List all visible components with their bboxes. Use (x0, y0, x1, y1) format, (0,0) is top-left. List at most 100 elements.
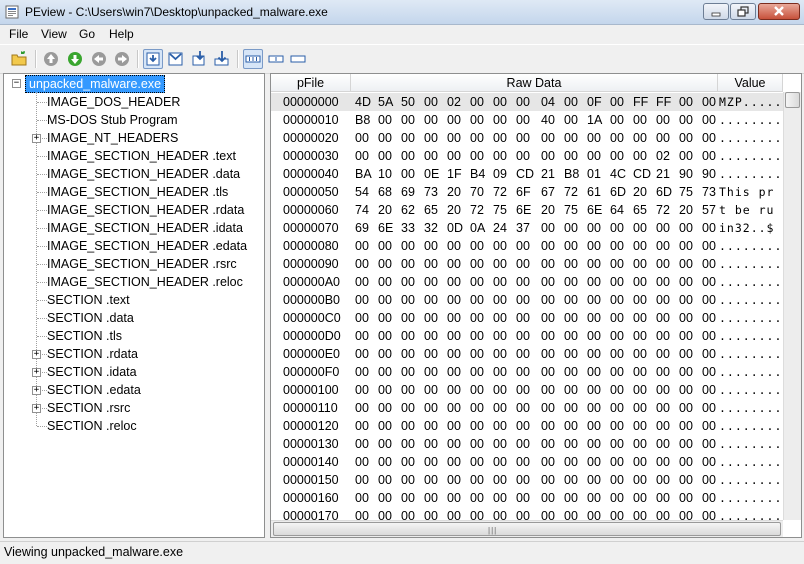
hex-byte[interactable]: 00 (610, 273, 630, 291)
hex-byte[interactable]: 00 (656, 363, 676, 381)
hex-byte[interactable]: 00 (424, 453, 444, 471)
hex-byte[interactable]: 0F (587, 93, 607, 111)
hex-byte[interactable]: 00 (355, 489, 375, 507)
hex-byte[interactable]: 75 (679, 183, 699, 201)
hex-byte[interactable]: 00 (493, 399, 513, 417)
hex-byte[interactable]: 00 (355, 237, 375, 255)
hex-byte[interactable]: 00 (587, 363, 607, 381)
hex-byte[interactable]: 00 (401, 453, 421, 471)
view-mark-button[interactable] (166, 49, 186, 69)
tree-item[interactable]: IMAGE_SECTION_HEADER .rdata (47, 201, 244, 219)
hex-byte[interactable]: BA (355, 165, 375, 183)
hex-byte[interactable]: 00 (355, 255, 375, 273)
hex-byte[interactable]: 10 (378, 165, 398, 183)
menu-file[interactable]: File (9, 27, 28, 41)
hex-byte[interactable]: 00 (447, 309, 467, 327)
hex-byte[interactable]: 5A (378, 93, 398, 111)
hex-byte[interactable]: 00 (610, 327, 630, 345)
hex-byte[interactable]: 00 (541, 255, 561, 273)
hex-byte[interactable]: 00 (470, 417, 490, 435)
hex-byte[interactable]: 00 (564, 327, 584, 345)
hex-byte[interactable]: 00 (610, 489, 630, 507)
hex-byte[interactable]: 1F (447, 165, 467, 183)
hex-byte[interactable]: 00 (401, 255, 421, 273)
hex-byte[interactable]: 00 (564, 363, 584, 381)
hex-byte[interactable]: 00 (493, 471, 513, 489)
hex-byte[interactable]: 00 (378, 111, 398, 129)
hex-byte[interactable]: 00 (679, 309, 699, 327)
hex-byte[interactable]: 00 (610, 363, 630, 381)
hex-byte[interactable]: 00 (656, 219, 676, 237)
hex-byte[interactable]: 00 (470, 129, 490, 147)
hex-byte[interactable]: 00 (541, 129, 561, 147)
hex-byte[interactable]: 00 (424, 273, 444, 291)
hex-byte[interactable]: 00 (633, 471, 653, 489)
hex-byte[interactable]: 00 (470, 147, 490, 165)
hex-byte[interactable]: 00 (633, 453, 653, 471)
hex-byte[interactable]: 65 (633, 201, 653, 219)
hex-byte[interactable]: 68 (378, 183, 398, 201)
hex-byte[interactable]: 00 (587, 471, 607, 489)
hex-byte[interactable]: 00 (378, 345, 398, 363)
hex-byte[interactable]: 00 (447, 399, 467, 417)
hex-byte[interactable]: 00 (355, 327, 375, 345)
hex-byte[interactable]: 00 (541, 147, 561, 165)
word-view-button[interactable] (266, 49, 286, 69)
hex-byte[interactable]: 00 (516, 237, 536, 255)
hex-byte[interactable]: 00 (679, 273, 699, 291)
hex-byte[interactable]: 00 (656, 273, 676, 291)
hex-byte[interactable]: 00 (633, 111, 653, 129)
hex-byte[interactable]: 00 (401, 237, 421, 255)
hex-byte[interactable]: 00 (610, 345, 630, 363)
hex-byte[interactable]: 33 (401, 219, 421, 237)
hex-byte[interactable]: 00 (633, 327, 653, 345)
back-button[interactable] (89, 49, 109, 69)
hex-byte[interactable]: 00 (401, 273, 421, 291)
hex-byte[interactable]: 00 (633, 417, 653, 435)
hex-byte[interactable]: 00 (470, 381, 490, 399)
hex-byte[interactable]: 00 (656, 435, 676, 453)
hex-byte[interactable]: 00 (656, 327, 676, 345)
hex-byte[interactable]: 37 (516, 219, 536, 237)
hex-byte[interactable]: 00 (610, 453, 630, 471)
hex-byte[interactable]: 00 (633, 309, 653, 327)
structure-tree[interactable]: − unpacked_malware.exe IMAGE_DOS_HEADER M… (3, 73, 265, 538)
hex-byte[interactable]: 00 (679, 291, 699, 309)
tree-item[interactable]: IMAGE_DOS_HEADER (47, 93, 180, 111)
hex-byte[interactable]: 21 (541, 165, 561, 183)
hex-byte[interactable]: 00 (656, 255, 676, 273)
hex-byte[interactable]: 00 (587, 417, 607, 435)
hex-byte[interactable]: 00 (679, 129, 699, 147)
hex-byte[interactable]: 00 (587, 237, 607, 255)
hex-byte[interactable]: 00 (633, 399, 653, 417)
hex-byte[interactable]: 00 (424, 93, 444, 111)
go-down-button[interactable] (65, 49, 85, 69)
hex-byte[interactable]: 4D (355, 93, 375, 111)
hex-byte[interactable]: 64 (610, 201, 630, 219)
hex-byte[interactable]: 20 (633, 183, 653, 201)
hex-byte[interactable]: 01 (587, 165, 607, 183)
hex-byte[interactable]: 00 (401, 435, 421, 453)
hex-byte[interactable]: 00 (679, 381, 699, 399)
hex-byte[interactable]: 00 (541, 345, 561, 363)
hex-byte[interactable]: 00 (564, 399, 584, 417)
hex-byte[interactable]: 00 (633, 129, 653, 147)
hex-byte[interactable]: 00 (541, 489, 561, 507)
hex-byte[interactable]: 00 (516, 399, 536, 417)
hex-byte[interactable]: 00 (633, 381, 653, 399)
hex-byte[interactable]: 00 (610, 399, 630, 417)
hex-byte[interactable]: 00 (493, 129, 513, 147)
hex-byte[interactable]: 00 (470, 273, 490, 291)
hex-byte[interactable]: 00 (355, 129, 375, 147)
hex-byte[interactable]: 20 (447, 183, 467, 201)
hex-byte[interactable]: 00 (493, 327, 513, 345)
hex-byte[interactable]: 00 (516, 417, 536, 435)
hex-byte[interactable]: 00 (355, 309, 375, 327)
hex-byte[interactable]: 00 (424, 147, 444, 165)
hex-byte[interactable]: 00 (401, 291, 421, 309)
hex-byte[interactable]: 00 (447, 417, 467, 435)
hex-byte[interactable]: 00 (470, 471, 490, 489)
open-button[interactable] (10, 49, 30, 69)
hex-byte[interactable]: 72 (470, 201, 490, 219)
hex-byte[interactable]: 00 (447, 255, 467, 273)
